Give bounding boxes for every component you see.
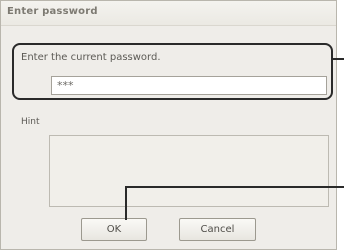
- dialog-title: Enter password: [7, 6, 98, 17]
- hint-text-area[interactable]: [49, 135, 329, 207]
- ok-button[interactable]: OK: [81, 218, 147, 241]
- dialog-titlebar: Enter password: [1, 1, 336, 26]
- enter-password-dialog: Enter password Enter the current passwor…: [0, 0, 337, 250]
- hint-label: Hint: [21, 117, 40, 127]
- cancel-button[interactable]: Cancel: [179, 218, 256, 241]
- screenshot-stage: Enter password Enter the current passwor…: [0, 0, 345, 252]
- password-field-callout-box: [12, 43, 333, 100]
